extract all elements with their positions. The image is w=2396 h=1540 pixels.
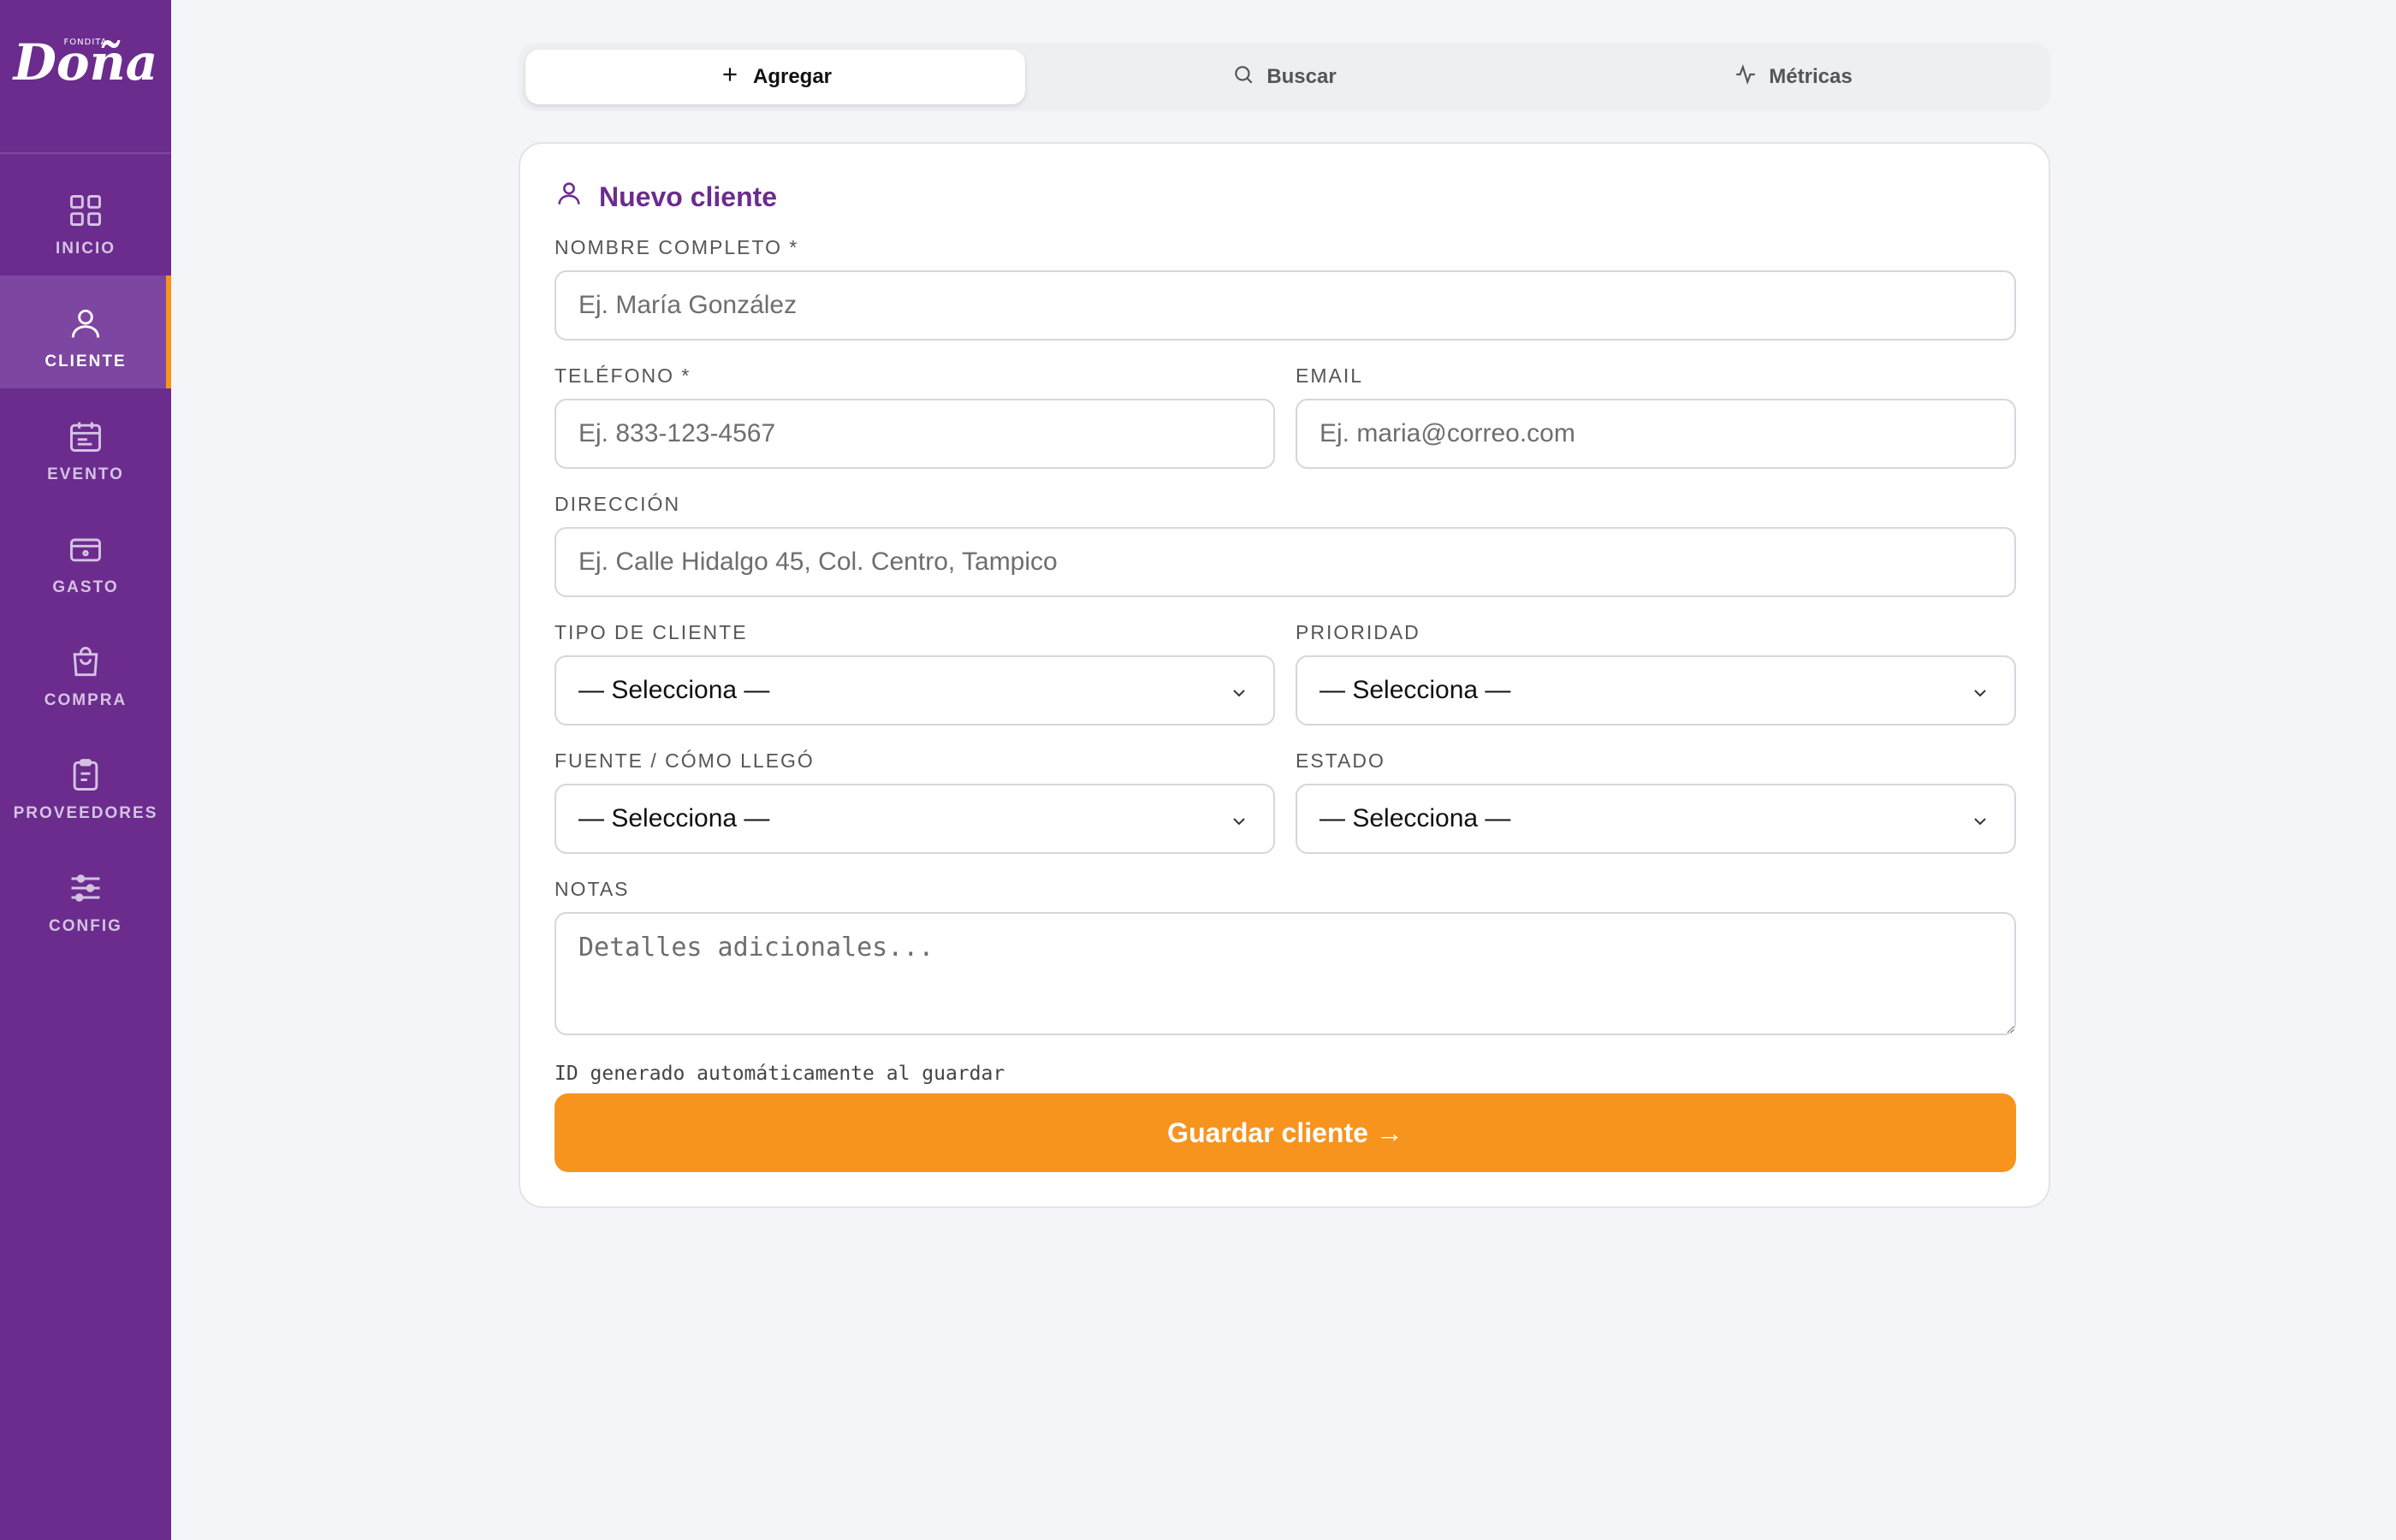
search-icon bbox=[1232, 63, 1254, 92]
fuente-select[interactable]: — Selecciona — bbox=[555, 784, 1275, 854]
sidebar-item-evento[interactable]: EVENTO bbox=[0, 388, 171, 501]
sidebar-item-label: PROVEEDORES bbox=[13, 804, 158, 822]
new-client-form: Nuevo cliente NOMBRE COMPLETO * TELÉFONO… bbox=[519, 142, 2050, 1208]
email-label: EMAIL bbox=[1296, 364, 1364, 387]
tab-label: Métricas bbox=[1769, 65, 1853, 88]
wallet-icon bbox=[67, 530, 104, 568]
sidebar-item-inicio[interactable]: INICIO bbox=[0, 163, 171, 275]
chevron-down-icon bbox=[1970, 681, 1990, 702]
tipo-label: TIPO DE CLIENTE bbox=[555, 621, 748, 643]
grid-icon bbox=[67, 192, 104, 229]
sidebar-item-label: COMPRA bbox=[44, 691, 128, 709]
sidebar-item-label: CONFIG bbox=[49, 917, 122, 935]
calendar-icon bbox=[67, 418, 104, 455]
user-icon bbox=[555, 179, 584, 215]
tab-label: Agregar bbox=[752, 65, 833, 88]
telefono-label: TELÉFONO * bbox=[555, 364, 691, 387]
notas-label: NOTAS bbox=[555, 878, 630, 900]
form-header: Nuevo cliente bbox=[555, 178, 777, 216]
user-icon bbox=[67, 305, 104, 342]
tab-label: Buscar bbox=[1266, 65, 1337, 88]
sidebar-item-gasto[interactable]: GASTO bbox=[0, 501, 171, 614]
notas-textarea[interactable] bbox=[555, 912, 2016, 1035]
prioridad-selected: — Selecciona — bbox=[1320, 676, 1511, 704]
estado-select[interactable]: — Selecciona — bbox=[1296, 784, 2016, 854]
direccion-label: DIRECCIÓN bbox=[555, 493, 681, 515]
clipboard-icon bbox=[67, 756, 104, 794]
estado-selected: — Selecciona — bbox=[1320, 804, 1511, 832]
chevron-down-icon bbox=[1229, 809, 1249, 830]
sliders-icon bbox=[67, 869, 104, 907]
sidebar-item-cliente[interactable]: CLIENTE bbox=[0, 275, 171, 388]
nombre-input[interactable] bbox=[555, 270, 2016, 341]
tab-agregar[interactable]: Agregar bbox=[525, 50, 1025, 104]
email-input[interactable] bbox=[1296, 399, 2016, 469]
tab-metricas[interactable]: Métricas bbox=[1544, 50, 2043, 104]
shopping-bag-icon bbox=[67, 643, 104, 681]
sidebar-item-proveedores[interactable]: PROVEEDORES bbox=[0, 727, 171, 840]
prioridad-label: PRIORIDAD bbox=[1296, 621, 1420, 643]
form-title: Nuevo cliente bbox=[599, 181, 778, 212]
chevron-down-icon bbox=[1229, 681, 1249, 702]
tipo-select[interactable]: — Selecciona — bbox=[555, 655, 1275, 726]
sidebar-item-label: CLIENTE bbox=[44, 352, 127, 370]
sidebar-item-config[interactable]: CONFIG bbox=[0, 840, 171, 953]
plus-icon bbox=[719, 63, 741, 92]
brand-logo[interactable]: Doña FONDITA bbox=[0, 0, 171, 154]
chevron-down-icon bbox=[1970, 809, 1990, 830]
sidebar-item-label: EVENTO bbox=[47, 465, 124, 483]
fuente-selected: — Selecciona — bbox=[578, 804, 770, 832]
save-client-button[interactable]: Guardar cliente → bbox=[555, 1093, 2016, 1172]
tab-buscar[interactable]: Buscar bbox=[1035, 50, 1534, 104]
telefono-input[interactable] bbox=[555, 399, 1275, 469]
fuente-label: FUENTE / CÓMO LLEGÓ bbox=[555, 749, 815, 772]
sidebar-item-compra[interactable]: COMPRA bbox=[0, 614, 171, 727]
direccion-input[interactable] bbox=[555, 527, 2016, 597]
tab-bar: Agregar Buscar Métricas bbox=[519, 43, 2050, 111]
sidebar-item-label: GASTO bbox=[52, 578, 119, 596]
sidebar-item-label: INICIO bbox=[55, 240, 116, 258]
estado-label: ESTADO bbox=[1296, 749, 1385, 772]
nombre-label: NOMBRE COMPLETO * bbox=[555, 236, 799, 258]
activity-icon bbox=[1735, 63, 1757, 92]
brand-small-text: FONDITA bbox=[63, 38, 108, 47]
tipo-selected: — Selecciona — bbox=[578, 676, 770, 704]
sidebar: Doña FONDITA INICIO CLIENTE EVENTO GASTO… bbox=[0, 0, 171, 1540]
id-hint: ID generado automáticamente al guardar bbox=[555, 1063, 1005, 1085]
prioridad-select[interactable]: — Selecciona — bbox=[1296, 655, 2016, 726]
